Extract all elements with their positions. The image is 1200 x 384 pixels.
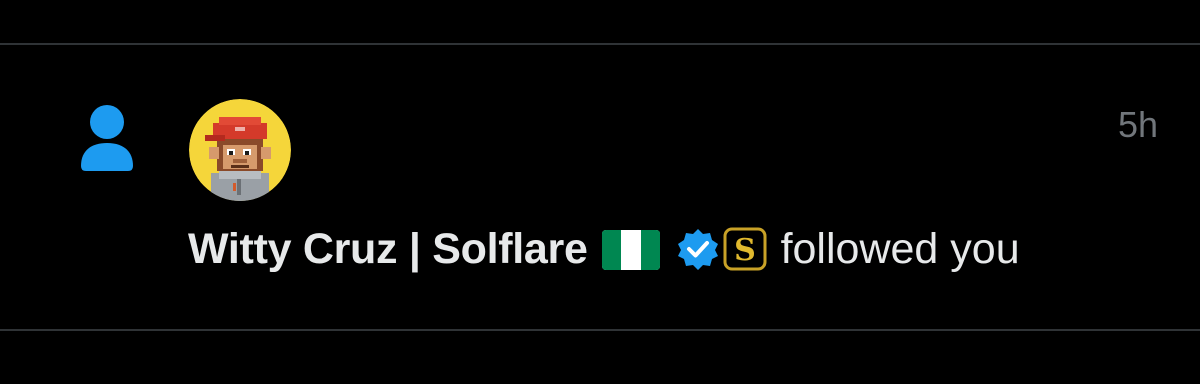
nigeria-flag-icon: [601, 230, 660, 270]
follow-notification[interactable]: 5h Witty Cruz | Solflare S followed you: [0, 45, 1200, 329]
svg-text:S: S: [734, 233, 756, 268]
verified-badge-icon[interactable]: [676, 227, 720, 271]
notification-text: Witty Cruz | Solflare S followed you: [188, 222, 1020, 276]
user-display-name[interactable]: Witty Cruz | Solflare: [188, 222, 588, 276]
person-icon: [80, 104, 134, 172]
affiliate-badge-icon[interactable]: S: [723, 227, 767, 271]
user-avatar[interactable]: [189, 99, 291, 201]
bottom-divider: [0, 329, 1200, 331]
timestamp[interactable]: 5h: [1118, 105, 1158, 145]
action-text: followed you: [780, 225, 1020, 273]
